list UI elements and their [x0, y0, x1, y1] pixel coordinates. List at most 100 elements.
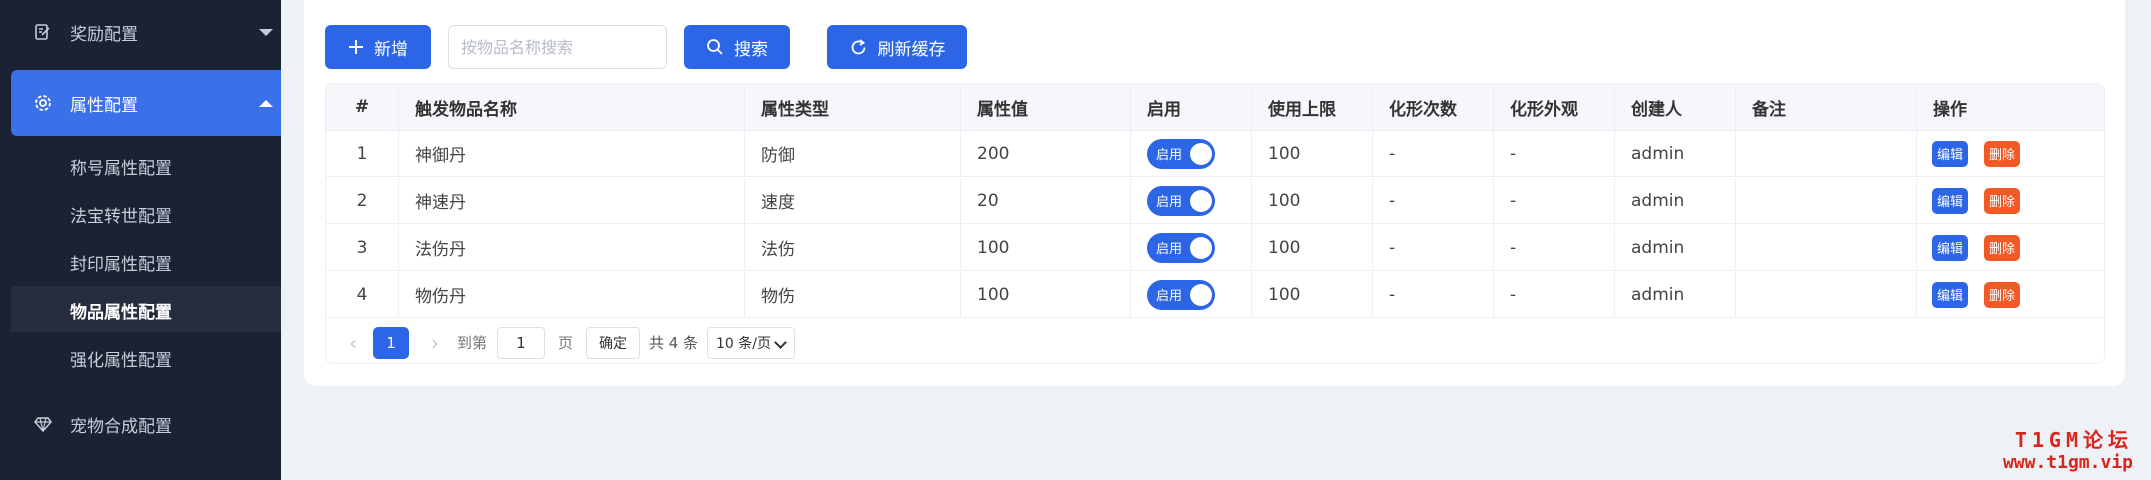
- cell-value: 20: [961, 178, 1131, 223]
- cell-index: 3: [326, 225, 399, 270]
- cell-morph-count: -: [1373, 225, 1494, 270]
- enable-toggle[interactable]: 启用: [1147, 232, 1215, 263]
- sidebar-item-reward[interactable]: 奖励配置: [0, 10, 281, 54]
- content-card: 新增 搜索 刷新缓存 # 触发物品名称 属性类型 属性值 启用 使用上限 化形次…: [304, 0, 2125, 386]
- cell-name: 神速丹: [399, 178, 745, 223]
- submenu-item-seal-attr[interactable]: 封印属性配置: [70, 250, 172, 275]
- cell-limit: 100: [1252, 178, 1373, 223]
- edit-button[interactable]: 编辑: [1932, 281, 1969, 308]
- col-header-type: 属性类型: [745, 84, 961, 130]
- sidebar-item-label: 属性配置: [70, 95, 138, 116]
- search-button-label: 搜索: [734, 39, 768, 60]
- cell-actions: 编辑 删除: [1917, 178, 2104, 223]
- cell-limit: 100: [1252, 131, 1373, 176]
- pagination: ‹ 1 › 到第 页 确定 共 4 条 10 条/页: [326, 320, 2104, 363]
- cell-creator: admin: [1615, 225, 1736, 270]
- col-header-morph-count: 化形次数: [1373, 84, 1494, 130]
- cell-name: 神御丹: [399, 131, 745, 176]
- cell-remark: [1736, 178, 1917, 223]
- cell-type: 物伤: [745, 272, 961, 317]
- col-header-limit: 使用上限: [1252, 84, 1373, 130]
- cell-enabled: 启用: [1131, 225, 1252, 270]
- page-number-button[interactable]: 1: [373, 327, 409, 359]
- total-count: 共 4 条: [649, 334, 699, 352]
- sidebar-item-pet-synthesis[interactable]: 宠物合成配置: [0, 402, 281, 446]
- col-header-actions: 操作: [1933, 99, 1967, 120]
- cell-actions: 编辑 删除: [1917, 131, 2104, 176]
- edit-button[interactable]: 编辑: [1932, 140, 1969, 167]
- table-header: # 触发物品名称 属性类型 属性值 启用 使用上限 化形次数 化形外观 创建人 …: [326, 84, 2104, 131]
- toggle-label: 启用: [1156, 148, 1183, 163]
- cell-morph-count: -: [1373, 272, 1494, 317]
- cell-creator: admin: [1615, 178, 1736, 223]
- cell-creator: admin: [1615, 272, 1736, 317]
- cell-index: 4: [326, 272, 399, 317]
- edit-button[interactable]: 编辑: [1932, 234, 1969, 261]
- search-icon: [707, 39, 723, 55]
- enable-toggle[interactable]: 启用: [1147, 185, 1215, 216]
- prev-page-icon[interactable]: ‹: [338, 328, 368, 358]
- table-row: 1 神御丹 防御 200 启用 100 - - admin 编辑 删除: [326, 131, 2104, 177]
- col-header-creator: 创建人: [1615, 84, 1736, 130]
- watermark-url: www.t1gm.vip: [2002, 452, 2133, 473]
- search-button[interactable]: 搜索: [684, 25, 790, 69]
- enable-toggle[interactable]: 启用: [1147, 138, 1215, 169]
- chevron-down-icon: [774, 336, 787, 349]
- edit-button[interactable]: 编辑: [1932, 187, 1969, 214]
- cell-creator: admin: [1615, 131, 1736, 176]
- page-unit-label: 页: [558, 334, 574, 352]
- submenu-item-title-attr[interactable]: 称号属性配置: [70, 154, 172, 179]
- refresh-cache-button[interactable]: 刷新缓存: [827, 25, 967, 69]
- toggle-knob: [1190, 189, 1212, 212]
- next-page-icon[interactable]: ›: [420, 328, 450, 358]
- cell-morph-count: -: [1373, 131, 1494, 176]
- col-header-enabled: 启用: [1131, 84, 1252, 130]
- submenu-item-item-attr[interactable]: 物品属性配置: [70, 298, 172, 323]
- col-header-morph-look: 化形外观: [1494, 84, 1615, 130]
- sidebar-item-attr-config[interactable]: 属性配置: [11, 70, 281, 136]
- cell-enabled: 启用: [1131, 272, 1252, 317]
- table-row: 3 法伤丹 法伤 100 启用 100 - - admin 编辑 删除: [326, 225, 2104, 271]
- table-row: 2 神速丹 速度 20 启用 100 - - admin 编辑 删除: [326, 178, 2104, 224]
- submenu-item-treasure-rebirth[interactable]: 法宝转世配置: [70, 202, 172, 227]
- delete-button[interactable]: 删除: [1984, 281, 2021, 308]
- cell-enabled: 启用: [1131, 178, 1252, 223]
- cell-value: 100: [961, 272, 1131, 317]
- delete-button[interactable]: 删除: [1984, 234, 2021, 261]
- enable-toggle[interactable]: 启用: [1147, 279, 1215, 310]
- goto-confirm-button[interactable]: 确定: [586, 327, 640, 359]
- gear-icon: [33, 93, 53, 113]
- submenu-item-enhance-attr[interactable]: 强化属性配置: [70, 346, 172, 371]
- cell-type: 速度: [745, 178, 961, 223]
- cell-remark: [1736, 131, 1917, 176]
- cell-limit: 100: [1252, 272, 1373, 317]
- search-input[interactable]: [448, 25, 667, 69]
- cell-type: 防御: [745, 131, 961, 176]
- cell-remark: [1736, 272, 1917, 317]
- toggle-knob: [1190, 283, 1212, 306]
- delete-button[interactable]: 删除: [1984, 187, 2021, 214]
- sidebar-item-label: 宠物合成配置: [70, 416, 172, 437]
- add-button-label: 新增: [374, 39, 408, 60]
- cell-enabled: 启用: [1131, 131, 1252, 176]
- cell-value: 200: [961, 131, 1131, 176]
- edit-doc-icon: [33, 22, 53, 42]
- cell-morph-look: -: [1494, 178, 1615, 223]
- sidebar: 奖励配置 属性配置 称号属性配置 法宝转世配置 封印属性配置 物品属性配置 强化…: [0, 0, 281, 480]
- delete-button[interactable]: 删除: [1984, 140, 2021, 167]
- cell-morph-look: -: [1494, 225, 1615, 270]
- goto-page-input[interactable]: [497, 327, 545, 359]
- cell-remark: [1736, 225, 1917, 270]
- toggle-knob: [1190, 142, 1212, 165]
- col-header-remark: 备注: [1736, 84, 1917, 130]
- plus-icon: [349, 40, 363, 54]
- data-table: # 触发物品名称 属性类型 属性值 启用 使用上限 化形次数 化形外观 创建人 …: [325, 83, 2105, 364]
- add-button[interactable]: 新增: [325, 25, 431, 69]
- cell-morph-look: -: [1494, 272, 1615, 317]
- col-header-index: #: [326, 84, 399, 130]
- goto-label: 到第: [457, 334, 488, 352]
- page-size-value: 10 条/页: [716, 336, 771, 352]
- page-size-select[interactable]: 10 条/页: [707, 327, 795, 359]
- toggle-label: 启用: [1156, 242, 1183, 257]
- refresh-cache-label: 刷新缓存: [877, 39, 946, 60]
